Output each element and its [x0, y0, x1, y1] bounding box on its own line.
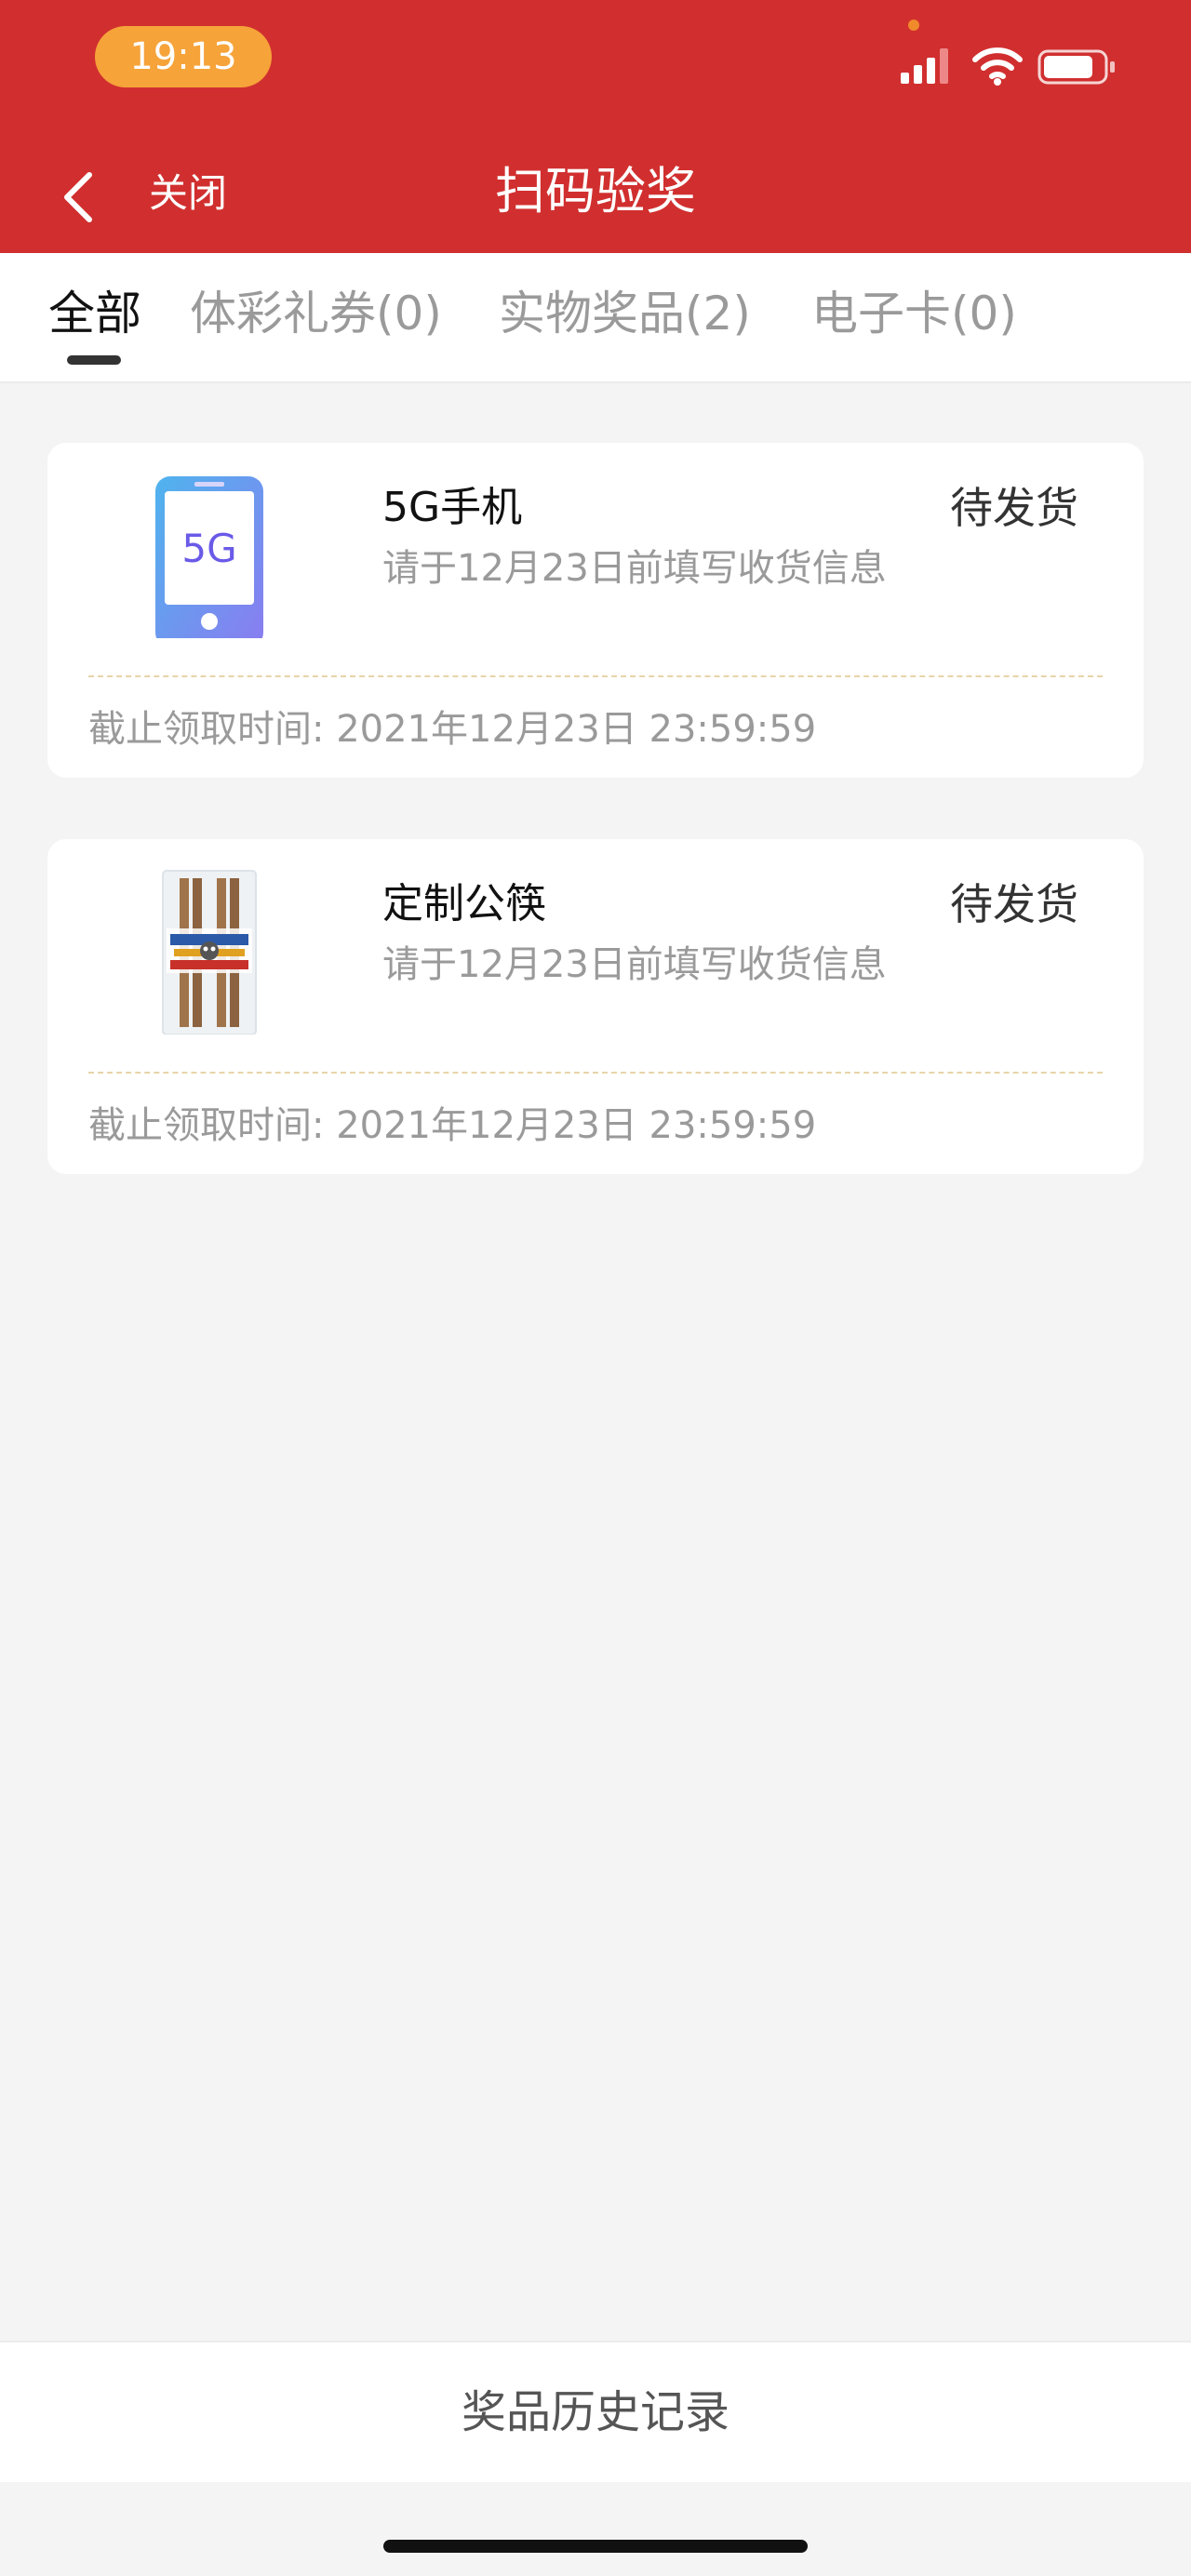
prize-note: 请于12月23日前填写收货信息	[382, 943, 887, 986]
status-time: 19:13	[95, 26, 272, 87]
home-indicator[interactable]	[383, 2540, 808, 2553]
app-header: 19:13 关闭 扫码验奖	[0, 0, 1191, 253]
divider	[88, 675, 1103, 677]
tab-physical-prizes[interactable]: 实物奖品(2)	[499, 281, 751, 346]
deadline-value: 2021年12月23日 23:59:59	[336, 1104, 817, 1147]
tab-all[interactable]: 全部	[48, 281, 141, 346]
phone-5g-icon: 5G	[155, 476, 263, 638]
divider	[88, 1072, 1103, 1074]
prize-status: 待发货	[950, 483, 1078, 533]
active-tab-indicator	[67, 355, 121, 365]
prize-card[interactable]: 5G 5G手机 待发货 请于12月23日前填写收货信息 截止领取时间: 2021…	[47, 443, 1144, 778]
page-title: 扫码验奖	[495, 162, 696, 220]
bottom-bar: 奖品历史记录	[0, 2341, 1191, 2482]
deadline-value: 2021年12月23日 23:59:59	[336, 708, 817, 751]
prize-name: 5G手机	[382, 484, 523, 531]
prize-note: 请于12月23日前填写收货信息	[382, 547, 887, 590]
prize-history-button[interactable]: 奖品历史记录	[0, 2342, 1191, 2482]
prize-deadline: 截止领取时间: 2021年12月23日 23:59:59	[88, 701, 816, 757]
wifi-icon	[972, 47, 1023, 86]
signal-icon	[901, 48, 948, 84]
tab-e-cards[interactable]: 电子卡(0)	[811, 281, 1017, 346]
thumb-5g-text: 5G	[181, 526, 236, 571]
battery-icon	[1037, 49, 1115, 85]
category-tabs: 全部 体彩礼券(0) 实物奖品(2) 电子卡(0)	[0, 253, 1191, 383]
prize-status: 待发货	[950, 879, 1078, 929]
deadline-label: 截止领取时间:	[88, 1104, 325, 1147]
deadline-label: 截止领取时间:	[88, 708, 325, 751]
prize-name: 定制公筷	[382, 880, 546, 928]
prize-card[interactable]: 定制公筷 待发货 请于12月23日前填写收货信息 截止领取时间: 2021年12…	[47, 839, 1144, 1174]
tab-lottery-vouchers[interactable]: 体彩礼券(0)	[190, 281, 442, 346]
privacy-dot-icon	[908, 20, 919, 31]
prize-deadline: 截止领取时间: 2021年12月23日 23:59:59	[88, 1098, 816, 1154]
chopsticks-icon	[162, 870, 257, 1034]
